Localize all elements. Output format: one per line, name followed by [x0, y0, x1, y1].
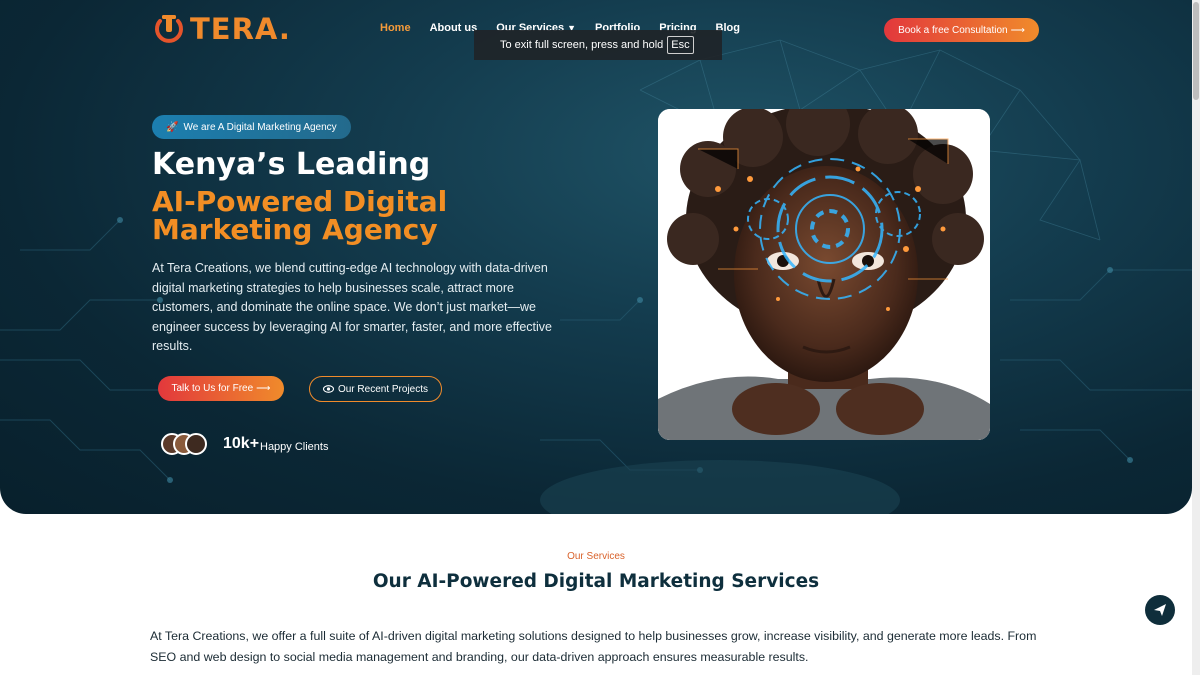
- page-scrollbar[interactable]: [1192, 0, 1200, 675]
- hero-description: At Tera Creations, we blend cutting-edge…: [152, 261, 552, 353]
- site-logo[interactable]: TERA.: [152, 12, 291, 46]
- esc-key-badge: Esc: [667, 36, 694, 54]
- logo-mark-icon: [155, 15, 183, 43]
- arrow-right-icon: ⟶: [1010, 24, 1025, 36]
- arrow-right-icon: ⟶: [256, 383, 271, 394]
- page: TERA. Home About us Our Services ▼ Portfo…: [0, 0, 1200, 675]
- floating-send-button[interactable]: [1145, 595, 1175, 625]
- logo-text: TERA.: [190, 12, 291, 46]
- talk-to-us-button[interactable]: Talk to Us for Free ⟶: [158, 376, 284, 401]
- services-kicker: Our Services: [567, 551, 625, 562]
- send-icon: [1154, 604, 1166, 616]
- book-consultation-label: Book a free Consultation: [898, 24, 1008, 36]
- avatar: [185, 433, 207, 455]
- services-title: Our AI-Powered Digital Marketing Service…: [372, 571, 820, 592]
- scrollbar-thumb[interactable]: [1193, 2, 1199, 100]
- agency-badge-label: We are A Digital Marketing Agency: [183, 121, 337, 133]
- recent-projects-label: Our Recent Projects: [337, 383, 429, 395]
- services-description: At Tera Creations, we offer a full suite…: [150, 629, 1037, 664]
- fullscreen-exit-toast: To exit full screen, press and hold Esc: [474, 30, 722, 60]
- eye-icon: [322, 385, 334, 393]
- nav-item-home[interactable]: Home: [380, 22, 411, 34]
- hero-heading-highlight: AI-Powered Digital Marketing Agency: [152, 185, 448, 246]
- ai-child-portrait: [658, 109, 990, 440]
- hero-heading-line1: Kenya’s Leading: [152, 147, 431, 182]
- clients-label: Happy Clients: [260, 441, 329, 453]
- nav-item-about[interactable]: About us: [430, 22, 478, 34]
- hero-ai-portrait-image: [658, 109, 990, 440]
- rocket-icon: 🚀: [166, 121, 179, 133]
- recent-projects-button[interactable]: Our Recent Projects: [309, 376, 442, 402]
- client-avatars: [161, 433, 209, 457]
- clients-count: 10k+: [223, 435, 260, 452]
- toast-text: To exit full screen, press and hold: [500, 39, 664, 51]
- talk-to-us-label: Talk to Us for Free: [171, 383, 254, 394]
- book-consultation-button[interactable]: Book a free Consultation ⟶: [884, 18, 1039, 42]
- agency-badge: 🚀 We are A Digital Marketing Agency: [152, 115, 351, 139]
